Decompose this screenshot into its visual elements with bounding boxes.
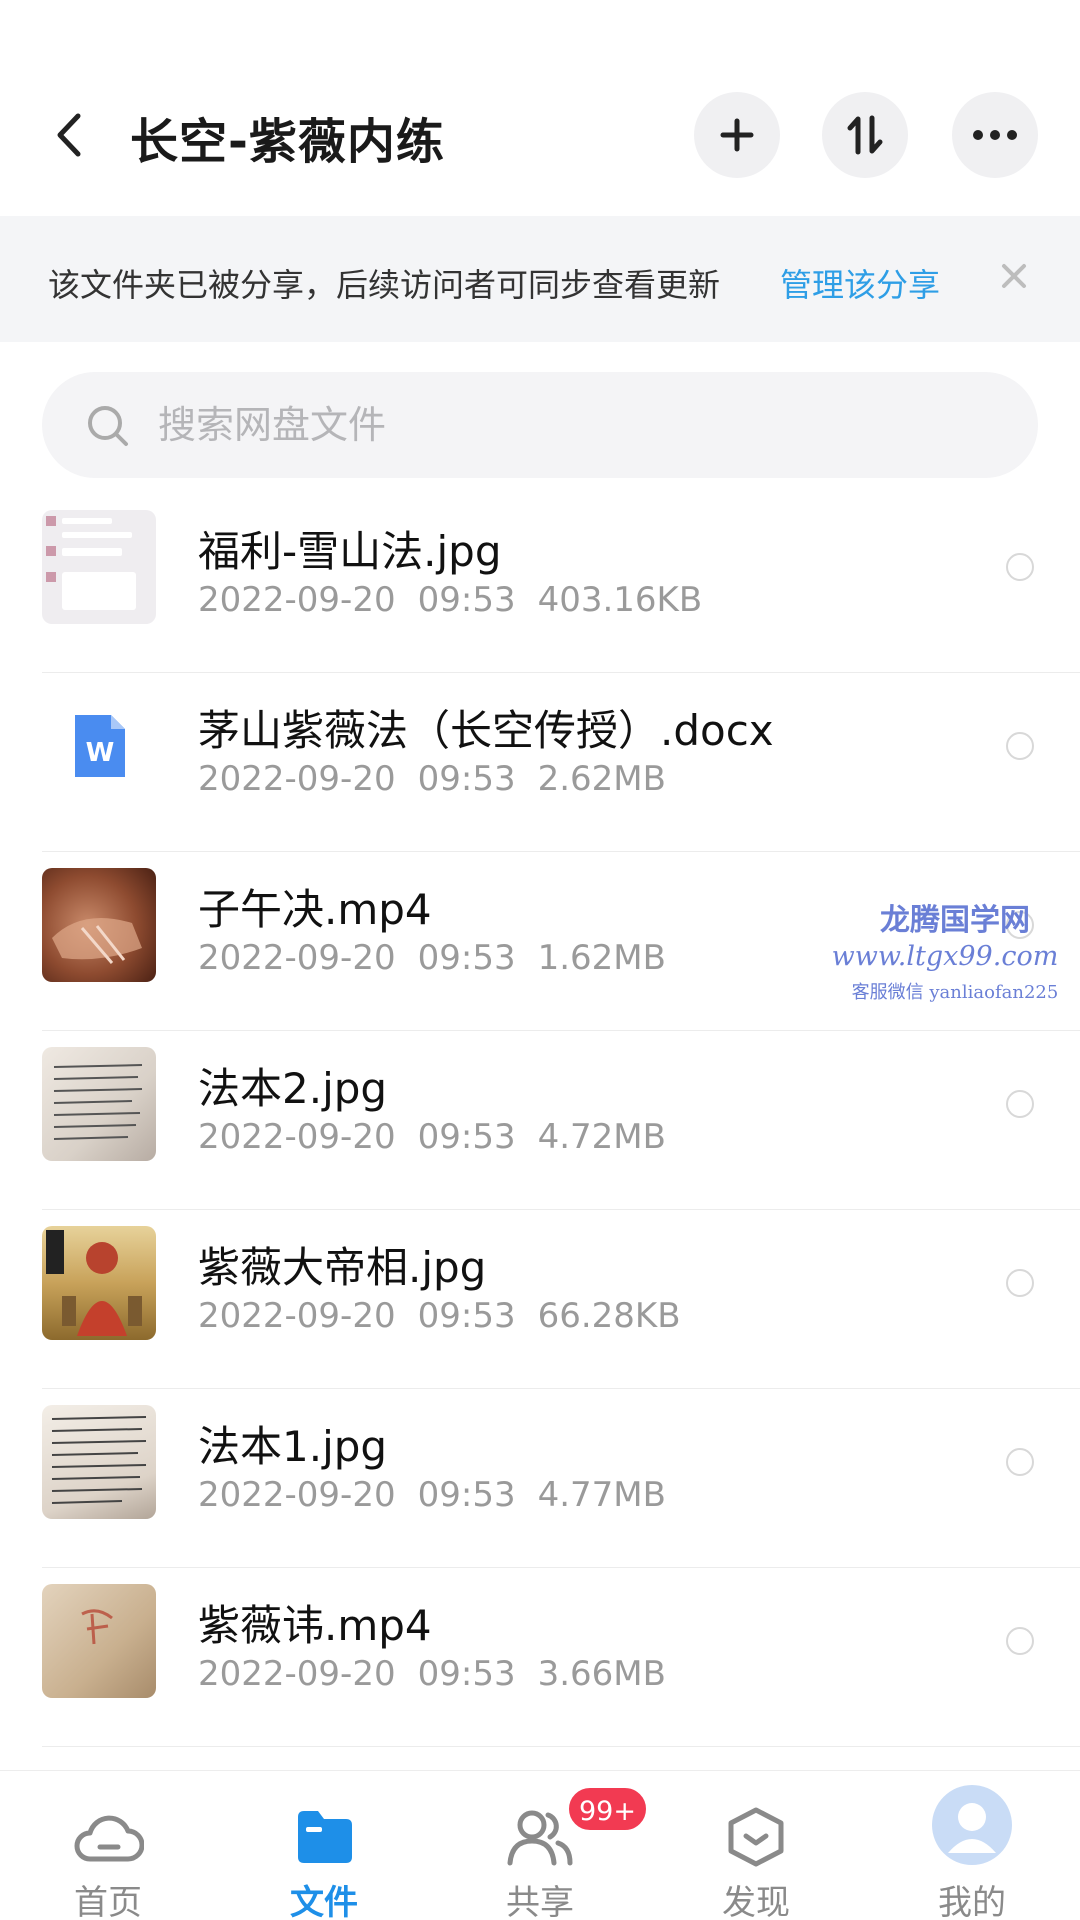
file-meta: 2022-09-20 09:53 4.77MB (198, 1475, 666, 1515)
watermark-url: www.ltgx99.com (831, 941, 1059, 972)
sort-icon (847, 115, 883, 155)
search-input[interactable] (158, 372, 978, 478)
file-row[interactable]: 法本1.jpg 2022-09-20 09:53 4.77MB (0, 1389, 1080, 1568)
file-meta: 2022-09-20 09:53 2.62MB (198, 759, 666, 799)
header: 长空-紫薇内练 (0, 0, 1080, 215)
file-name: 紫薇讳.mp4 (198, 1601, 432, 1650)
cloud-icon (68, 1803, 148, 1871)
file-row[interactable]: 福利-雪山法.jpg 2022-09-20 09:53 403.16KB (0, 494, 1080, 673)
nav-files[interactable]: 文件 (249, 1771, 399, 1920)
notification-badge: 99+ (566, 1785, 649, 1833)
file-thumbnail (42, 1584, 156, 1698)
file-thumbnail: W (42, 689, 156, 803)
select-checkbox[interactable] (1006, 1627, 1034, 1655)
bottom-nav: 首页 文件 共享 99+ 发现 我的 (0, 1770, 1080, 1920)
file-thumbnail (42, 510, 156, 624)
file-row[interactable]: W 茅山紫薇法（长空传授）.docx 2022-09-20 09:53 2.62MB (0, 673, 1080, 852)
nav-files-label: 文件 (290, 1883, 358, 1920)
search-bar[interactable] (42, 372, 1038, 478)
close-icon (1002, 264, 1026, 288)
nav-mine[interactable]: 我的 (897, 1771, 1047, 1920)
nav-discover[interactable]: 发现 (681, 1771, 831, 1920)
select-checkbox[interactable] (1006, 1448, 1034, 1476)
avatar (932, 1785, 1012, 1865)
nav-mine-label: 我的 (938, 1883, 1006, 1920)
search-icon (88, 406, 128, 446)
nav-home-label: 首页 (74, 1883, 142, 1920)
nav-home[interactable]: 首页 (33, 1771, 183, 1920)
file-name: 法本2.jpg (198, 1064, 388, 1113)
file-name: 茅山紫薇法（长空传授）.docx (198, 706, 774, 755)
nav-discover-label: 发现 (722, 1883, 790, 1920)
file-thumbnail (42, 1405, 156, 1519)
file-meta: 2022-09-20 09:53 3.66MB (198, 1654, 666, 1694)
add-button[interactable] (694, 92, 780, 178)
hexagon-icon (716, 1803, 796, 1871)
file-name: 福利-雪山法.jpg (198, 527, 502, 576)
back-button[interactable] (50, 110, 90, 160)
word-doc-icon: W (75, 715, 125, 777)
file-thumbnail (42, 1226, 156, 1340)
file-name: 紫薇大帝相.jpg (198, 1243, 487, 1292)
nav-share-label: 共享 (506, 1883, 574, 1920)
watermark: 龙腾国学网 www.ltgx99.com 客服微信 yanliaofan225 (830, 895, 1080, 1004)
more-dots-icon (973, 130, 1017, 140)
file-meta: 2022-09-20 09:53 4.72MB (198, 1117, 666, 1157)
plus-icon (720, 118, 754, 152)
manage-share-link[interactable]: 管理该分享 (780, 260, 940, 306)
share-banner-text: 该文件夹已被分享，后续访问者可同步查看更新 (48, 266, 721, 304)
page-title: 长空-紫薇内练 (130, 114, 445, 170)
file-meta: 2022-09-20 09:53 66.28KB (198, 1296, 681, 1336)
file-meta: 2022-09-20 09:53 403.16KB (198, 580, 703, 620)
file-thumbnail (42, 868, 156, 982)
watermark-title: 龙腾国学网 (880, 903, 1030, 938)
select-checkbox[interactable] (1006, 732, 1034, 760)
share-banner: 该文件夹已被分享，后续访问者可同步查看更新 管理该分享 (0, 216, 1080, 342)
file-name: 子午决.mp4 (198, 885, 432, 934)
file-name: 法本1.jpg (198, 1422, 388, 1471)
svg-text:W: W (86, 738, 115, 768)
file-row[interactable]: 紫薇讳.mp4 2022-09-20 09:53 3.66MB (0, 1568, 1080, 1747)
select-checkbox[interactable] (1006, 1269, 1034, 1297)
file-thumbnail (42, 1047, 156, 1161)
file-row[interactable]: 紫薇大帝相.jpg 2022-09-20 09:53 66.28KB (0, 1210, 1080, 1389)
folder-icon (284, 1803, 364, 1871)
select-checkbox[interactable] (1006, 553, 1034, 581)
file-list: 福利-雪山法.jpg 2022-09-20 09:53 403.16KB W 茅山紫… (0, 494, 1080, 1747)
watermark-contact: 客服微信 yanliaofan225 (851, 982, 1059, 1003)
banner-close-button[interactable] (996, 258, 1032, 294)
select-checkbox[interactable] (1006, 1090, 1034, 1118)
sort-button[interactable] (822, 92, 908, 178)
file-row[interactable]: 法本2.jpg 2022-09-20 09:53 4.72MB (0, 1031, 1080, 1210)
file-meta: 2022-09-20 09:53 1.62MB (198, 938, 666, 978)
more-button[interactable] (952, 92, 1038, 178)
chevron-left-icon (57, 113, 81, 157)
